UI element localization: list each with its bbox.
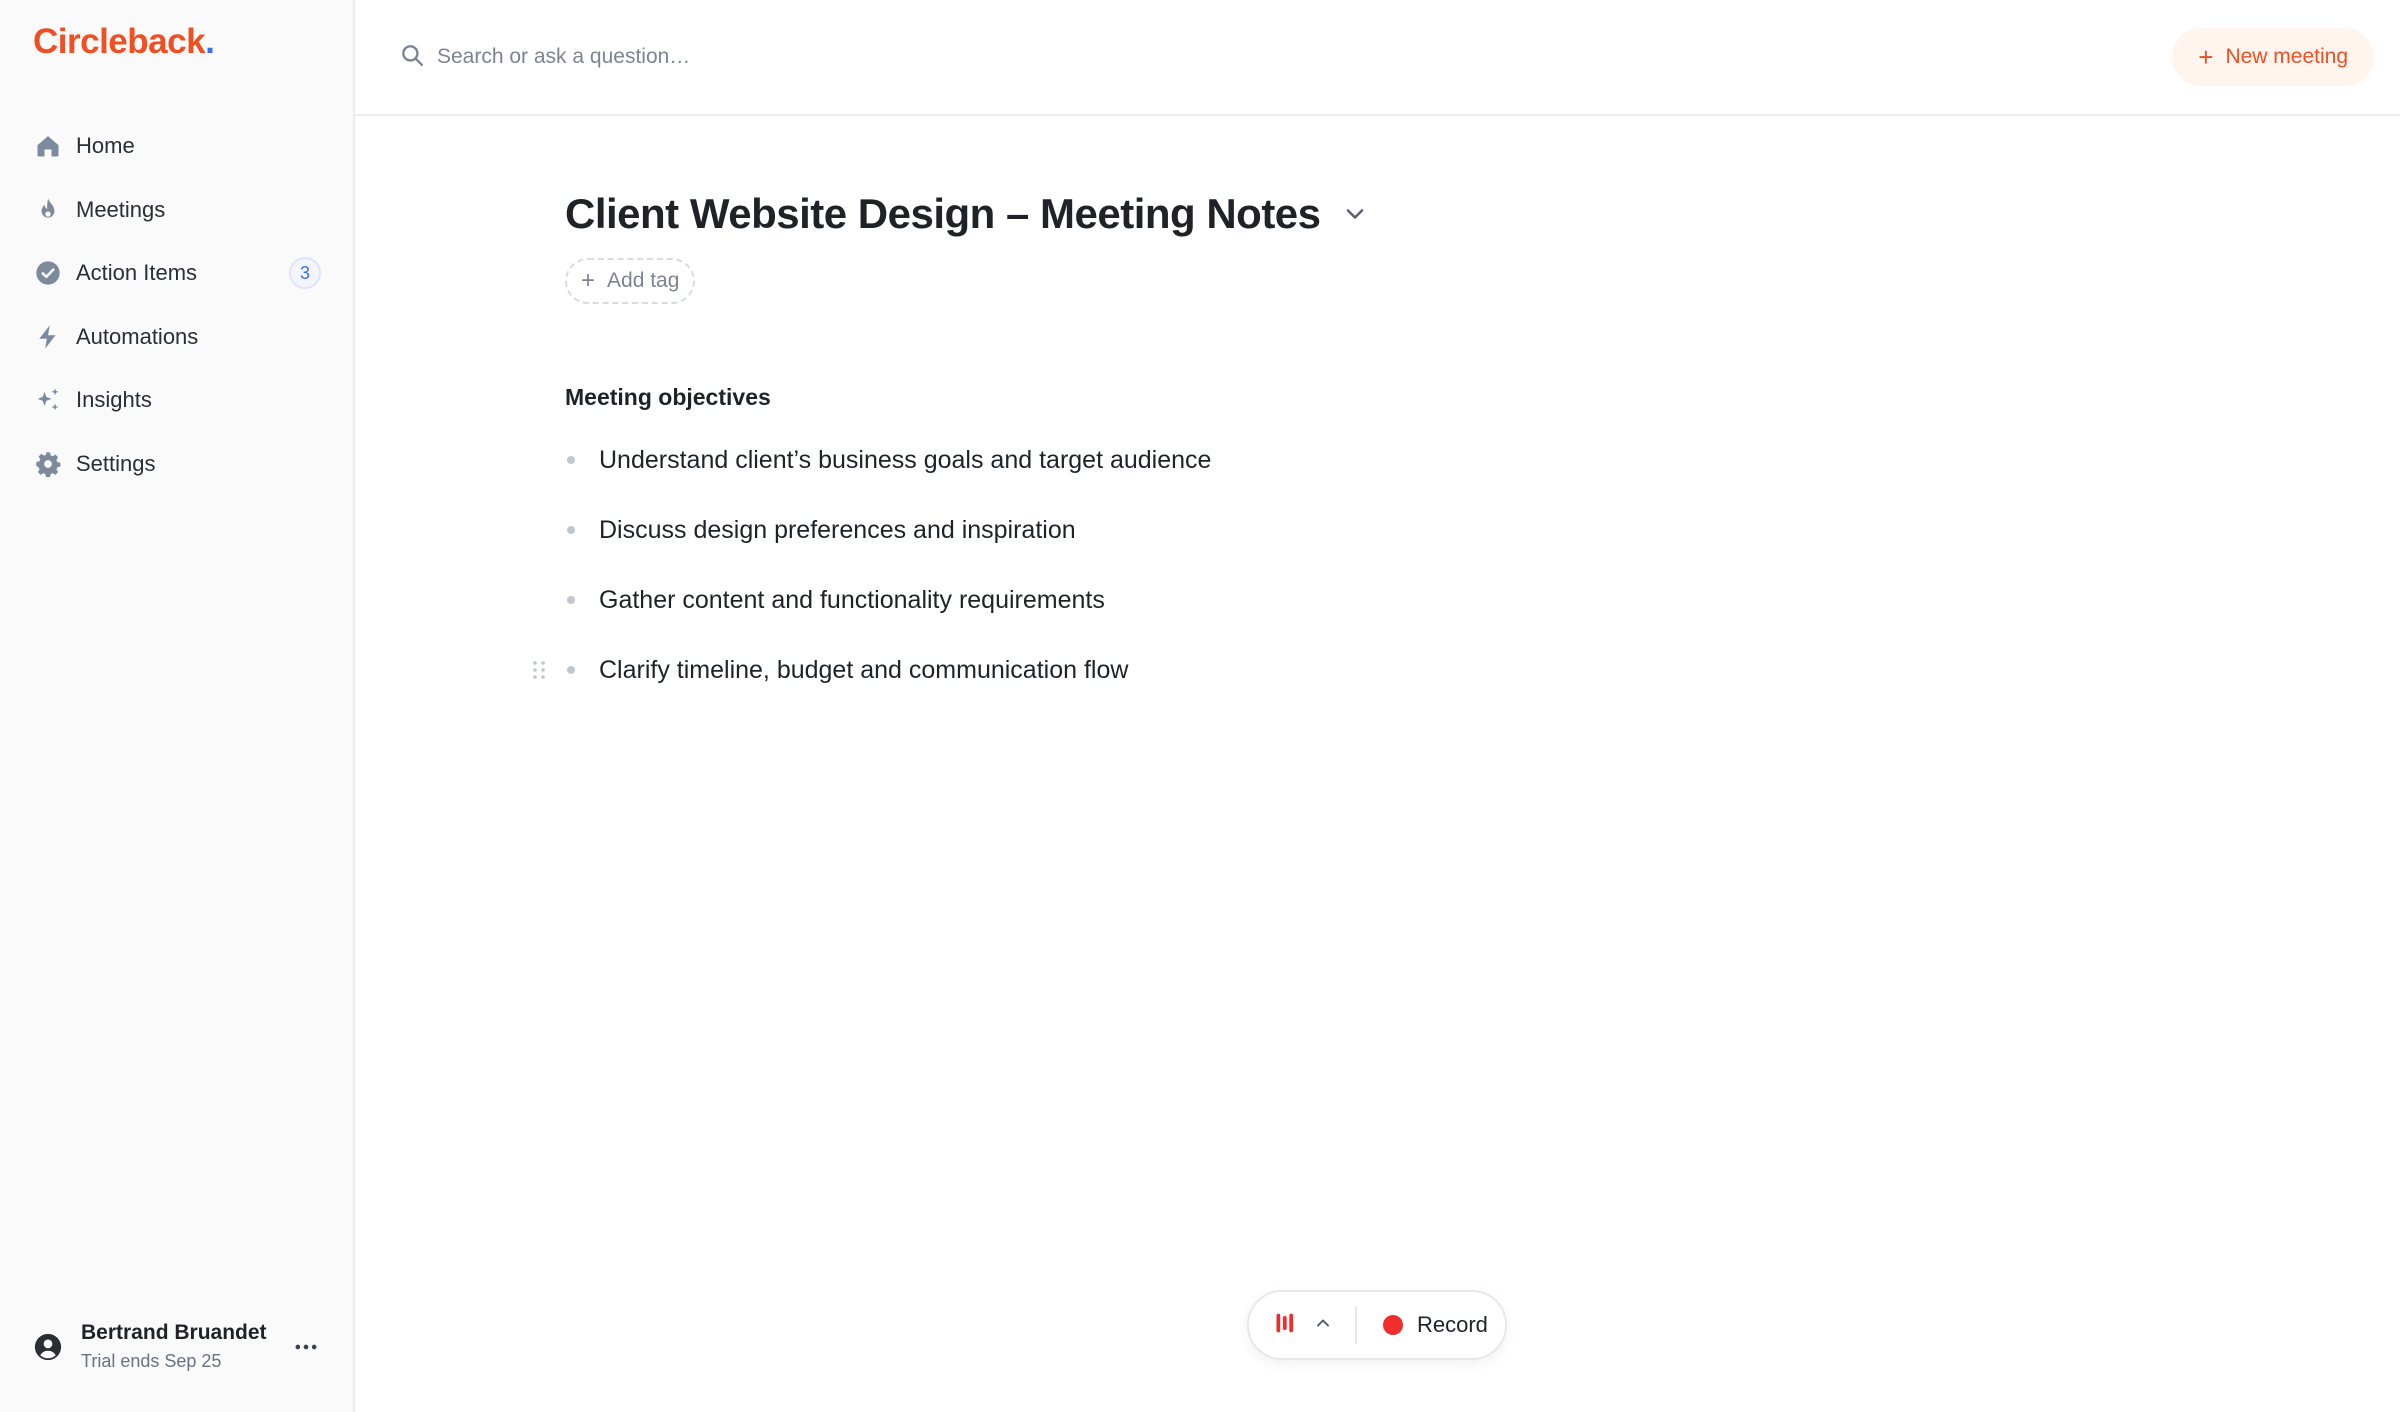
audio-levels-icon	[1273, 1309, 1301, 1342]
brand-logo[interactable]: Circleback.	[33, 22, 215, 62]
sidebar-item-automations[interactable]: Automations	[0, 309, 353, 365]
home-icon	[33, 131, 63, 161]
plus-icon: +	[581, 267, 596, 294]
check-circle-icon	[33, 258, 63, 288]
gear-icon	[33, 449, 63, 479]
sidebar-item-label: Automations	[76, 323, 199, 349]
objectives-list: Understand client’s business goals and t…	[533, 425, 1765, 705]
recorder-bar: Record	[1247, 1290, 1507, 1360]
trial-status: Trial ends Sep 25	[81, 1351, 222, 1371]
audio-source-toggle[interactable]	[1249, 1292, 1355, 1358]
search-input[interactable]	[437, 45, 1037, 69]
action-items-count-badge: 3	[289, 257, 321, 289]
new-meeting-button[interactable]: + New meeting	[2172, 28, 2374, 86]
list-item-text: Understand client’s business goals and t…	[599, 445, 1212, 474]
title-row: Client Website Design – Meeting Notes	[565, 190, 1765, 238]
top-bar: + New meeting	[355, 0, 2400, 116]
drag-handle-icon[interactable]	[531, 658, 547, 682]
sidebar-item-label: Action Items	[76, 260, 198, 285]
record-dot-icon	[1383, 1315, 1403, 1335]
bullet-icon	[567, 456, 575, 464]
app-root: Circleback. Home Meetings Action Items 3	[0, 0, 2400, 1412]
list-item-text: Discuss design preferences and inspirati…	[599, 515, 1076, 544]
search-bar	[399, 42, 2172, 73]
sidebar-item-label: Meetings	[76, 196, 166, 222]
list-item[interactable]: Discuss design preferences and inspirati…	[565, 495, 1765, 565]
sidebar-item-label: Settings	[76, 450, 156, 476]
bullet-icon	[567, 596, 575, 604]
bullet-icon	[567, 666, 575, 674]
plus-icon: +	[2198, 42, 2214, 72]
sidebar-nav: Home Meetings Action Items 3 Automations…	[0, 118, 353, 499]
main-area: + New meeting Client Website Design – Me…	[355, 0, 2400, 1412]
sidebar-item-label: Home	[76, 133, 135, 158]
chevron-up-icon	[1313, 1313, 1333, 1338]
more-options-icon[interactable]	[291, 1332, 321, 1362]
sidebar-item-meetings[interactable]: Meetings	[0, 182, 353, 238]
sidebar: Circleback. Home Meetings Action Items 3	[0, 0, 355, 1412]
section-heading[interactable]: Meeting objectives	[565, 384, 1765, 411]
list-item[interactable]: Understand client’s business goals and t…	[565, 425, 1765, 495]
meeting-document: Client Website Design – Meeting Notes + …	[533, 190, 1765, 705]
chevron-down-icon[interactable]	[1341, 200, 1369, 228]
new-meeting-label: New meeting	[2225, 45, 2348, 68]
add-tag-label: Add tag	[607, 269, 680, 292]
list-item[interactable]: Clarify timeline, budget and communicati…	[533, 635, 1765, 705]
bolt-icon	[33, 322, 63, 352]
sparkles-icon	[33, 385, 63, 415]
search-icon	[399, 42, 425, 73]
record-button[interactable]: Record	[1357, 1292, 1505, 1358]
bullet-icon	[567, 526, 575, 534]
sidebar-item-action-items[interactable]: Action Items 3	[0, 245, 353, 301]
user-name: Bertrand Bruandet	[81, 1321, 267, 1344]
sidebar-item-settings[interactable]: Settings	[0, 436, 353, 492]
brand-name: Circleback	[33, 22, 206, 61]
brand-dot: .	[205, 22, 215, 61]
user-meta: Bertrand Bruandet Trial ends Sep 25	[81, 1321, 291, 1372]
record-label: Record	[1417, 1312, 1488, 1337]
page-title[interactable]: Client Website Design – Meeting Notes	[565, 190, 1321, 238]
sidebar-item-label: Insights	[76, 387, 152, 412]
list-item-text: Clarify timeline, budget and communicati…	[599, 655, 1129, 684]
add-tag-button[interactable]: + Add tag	[565, 258, 696, 304]
sidebar-item-insights[interactable]: Insights	[0, 372, 353, 428]
list-item[interactable]: Gather content and functionality require…	[565, 565, 1765, 635]
user-avatar-icon	[33, 1332, 63, 1362]
sidebar-item-home[interactable]: Home	[0, 118, 353, 174]
flame-icon	[33, 195, 63, 225]
user-profile: Bertrand Bruandet Trial ends Sep 25	[33, 1321, 321, 1372]
list-item-text: Gather content and functionality require…	[599, 585, 1105, 614]
